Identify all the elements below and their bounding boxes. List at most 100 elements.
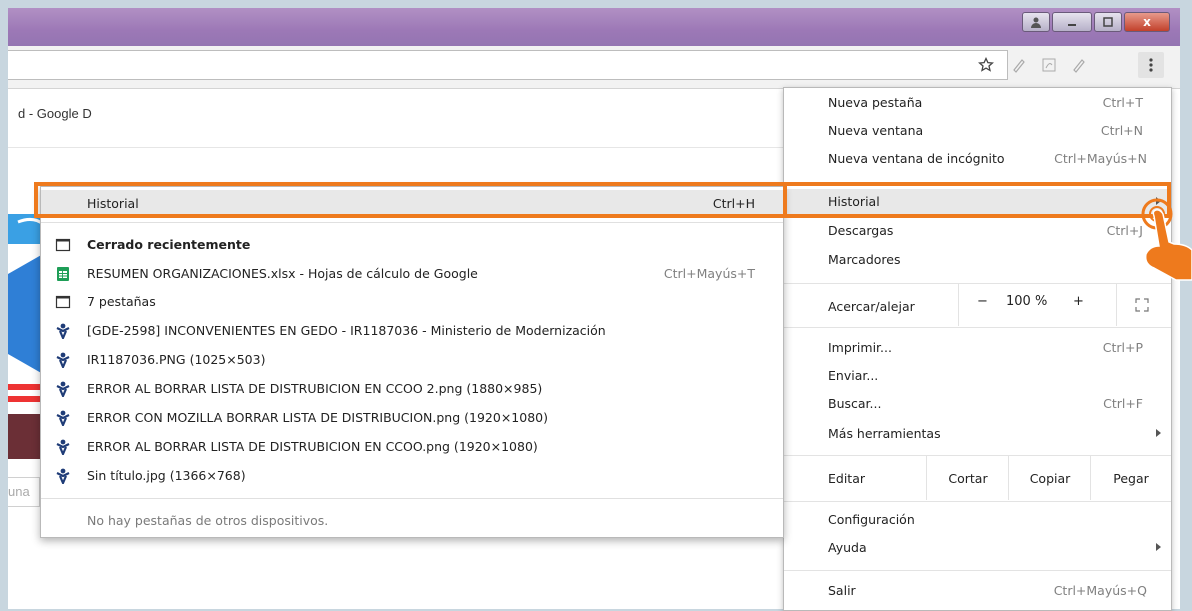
recently-closed-heading: Cerrado recientemente xyxy=(41,232,783,259)
history-entry-label: Sin título.jpg (1366×768) xyxy=(87,468,246,483)
menu-item-label: Ayuda xyxy=(828,540,867,555)
menu-zoom-row: Acercar/alejar − 100 % + xyxy=(784,284,1171,326)
menu-item-shortcut: Ctrl+Mayús+Q xyxy=(1053,583,1147,598)
menu-separator xyxy=(784,570,1171,571)
menu-item-help[interactable]: Ayuda xyxy=(784,535,1171,563)
window-icon xyxy=(55,238,71,252)
menu-item-bookmarks[interactable]: Marcadores xyxy=(784,247,1171,275)
menu-item-incognito[interactable]: Nueva ventana de incógnito Ctrl+Mayús+N xyxy=(784,146,1171,174)
menu-item-find[interactable]: Buscar... Ctrl+F xyxy=(784,391,1171,419)
menu-item-label: Buscar... xyxy=(828,396,882,411)
jira-icon xyxy=(56,352,70,368)
star-icon[interactable] xyxy=(975,54,997,76)
jira-icon xyxy=(56,468,70,484)
close-icon[interactable]: x xyxy=(1124,12,1170,32)
page-tab-title: d - Google D xyxy=(18,106,92,121)
window-controls: x xyxy=(1022,12,1170,32)
jira-icon xyxy=(56,381,70,397)
menu-item-downloads[interactable]: Descargas Ctrl+J xyxy=(784,218,1171,246)
history-entry[interactable]: 7 pestañas xyxy=(41,289,783,316)
history-submenu: Historial Ctrl+H Cerrado recientemente R… xyxy=(40,186,784,538)
pointer-hand-icon xyxy=(1141,198,1192,281)
menu-item-print[interactable]: Imprimir... Ctrl+P xyxy=(784,335,1171,363)
menu-item-new-tab[interactable]: Nueva pestaña Ctrl+T xyxy=(784,90,1171,118)
history-entry-label: IR1187036.PNG (1025×503) xyxy=(87,352,266,367)
menu-separator xyxy=(41,222,783,223)
menu-item-shortcut: Ctrl+T xyxy=(1102,95,1143,110)
history-entry-label: 7 pestañas xyxy=(87,294,156,309)
highlight-box xyxy=(783,182,1171,218)
menu-item-shortcut: Ctrl+N xyxy=(1100,123,1143,138)
browser-toolbar xyxy=(8,46,1180,89)
edit-label: Editar xyxy=(828,471,866,486)
highlight-box xyxy=(34,182,787,218)
history-entry[interactable]: RESUMEN ORGANIZACIONES.xlsx - Hojas de c… xyxy=(41,261,783,288)
copy-button[interactable]: Copiar xyxy=(1008,456,1091,500)
zoom-level: 100 % xyxy=(1006,294,1048,309)
zoom-in-button[interactable]: + xyxy=(1073,294,1084,309)
menu-item-shortcut: Ctrl+F xyxy=(1103,396,1143,411)
window-titlebar: x xyxy=(8,8,1180,46)
history-entry[interactable]: Sin título.jpg (1366×768) xyxy=(41,463,783,490)
chrome-main-menu: Nueva pestaña Ctrl+T Nueva ventana Ctrl+… xyxy=(783,87,1172,611)
extension-icon[interactable] xyxy=(1008,54,1030,76)
minimize-icon[interactable] xyxy=(1052,12,1092,32)
maximize-icon[interactable] xyxy=(1094,12,1122,32)
menu-icon[interactable] xyxy=(1138,52,1164,78)
menu-item-label: Configuración xyxy=(828,512,915,527)
menu-item-label: Imprimir... xyxy=(828,340,892,355)
address-bar[interactable] xyxy=(8,50,1008,80)
menu-item-exit[interactable]: Salir Ctrl+Mayús+Q xyxy=(784,578,1171,606)
history-entry[interactable]: [GDE-2598] INCONVENIENTES EN GEDO - IR11… xyxy=(41,318,783,345)
menu-item-new-window[interactable]: Nueva ventana Ctrl+N xyxy=(784,118,1171,146)
page-input-fragment[interactable]: una xyxy=(8,477,40,507)
menu-item-label: Enviar... xyxy=(828,368,879,383)
history-entry-shortcut: Ctrl+Mayús+T xyxy=(663,266,755,281)
window-icon xyxy=(55,295,71,309)
other-devices-note: No hay pestañas de otros dispositivos. xyxy=(87,513,329,528)
fullscreen-icon xyxy=(1135,298,1149,312)
history-entry[interactable]: ERROR AL BORRAR LISTA DE DISTRUBICION EN… xyxy=(41,376,783,403)
menu-edit-row: Editar Cortar Copiar Pegar xyxy=(784,456,1171,500)
divider xyxy=(8,147,808,148)
menu-item-shortcut: Ctrl+P xyxy=(1102,340,1143,355)
menu-item-label: Descargas xyxy=(828,223,894,238)
page-graphic xyxy=(8,214,43,479)
copy-label: Copiar xyxy=(1029,470,1071,486)
menu-item-send[interactable]: Enviar... xyxy=(784,363,1171,391)
submenu-arrow-icon xyxy=(1156,543,1161,551)
submenu-arrow-icon xyxy=(1156,429,1161,437)
zoom-out-button[interactable]: − xyxy=(977,294,988,309)
pdf-icon[interactable] xyxy=(1038,54,1060,76)
menu-item-label: Marcadores xyxy=(828,252,901,267)
extension-icon[interactable] xyxy=(1068,54,1090,76)
user-icon[interactable] xyxy=(1022,12,1050,32)
cut-button[interactable]: Cortar xyxy=(926,456,1009,500)
menu-item-label: Nueva ventana de incógnito xyxy=(828,151,1005,166)
menu-item-label: Nueva ventana xyxy=(828,123,924,138)
history-entry-label: RESUMEN ORGANIZACIONES.xlsx - Hojas de c… xyxy=(87,266,478,281)
paste-button[interactable]: Pegar xyxy=(1090,456,1171,500)
zoom-label: Acercar/alejar xyxy=(828,299,915,314)
menu-item-more-tools[interactable]: Más herramientas xyxy=(784,421,1171,449)
jira-icon xyxy=(56,410,70,426)
paste-label: Pegar xyxy=(1113,470,1149,486)
menu-item-label: Más herramientas xyxy=(828,426,941,441)
jira-icon xyxy=(56,323,70,339)
menu-separator xyxy=(784,501,1171,502)
menu-item-shortcut: Ctrl+Mayús+N xyxy=(1054,151,1147,166)
menu-item-label: Salir xyxy=(828,583,856,598)
history-entry[interactable]: ERROR AL BORRAR LISTA DE DISTRUBICION EN… xyxy=(41,434,783,461)
history-entry[interactable]: ERROR CON MOZILLA BORRAR LISTA DE DISTRI… xyxy=(41,405,783,432)
sheets-icon xyxy=(57,267,69,281)
menu-item-settings[interactable]: Configuración xyxy=(784,507,1171,535)
history-entry-label: ERROR CON MOZILLA BORRAR LISTA DE DISTRI… xyxy=(87,410,548,425)
history-entry[interactable]: IR1187036.PNG (1025×503) xyxy=(41,347,783,374)
menu-separator xyxy=(41,498,783,499)
recently-closed-title: Cerrado recientemente xyxy=(87,237,251,252)
cut-label: Cortar xyxy=(948,470,988,486)
menu-item-label: Nueva pestaña xyxy=(828,95,923,110)
fullscreen-button[interactable] xyxy=(1116,284,1171,326)
jira-icon xyxy=(56,439,70,455)
menu-separator xyxy=(784,327,1171,328)
